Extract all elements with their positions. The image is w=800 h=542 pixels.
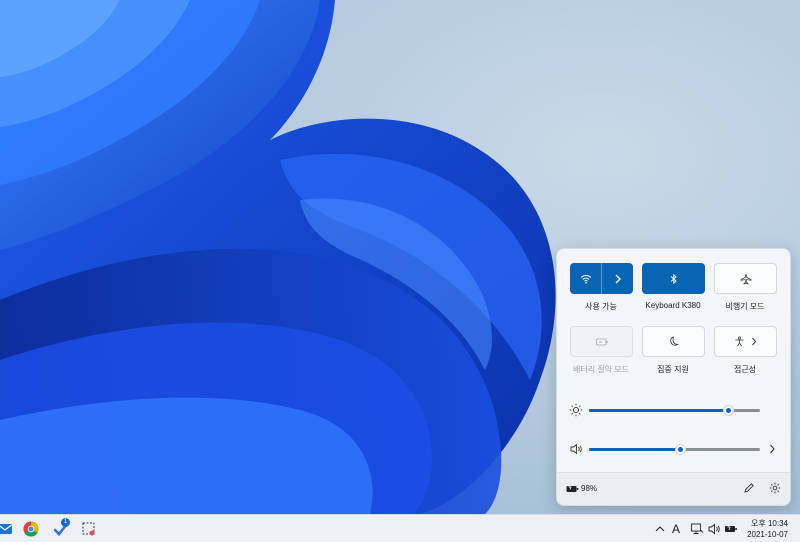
ime-mode-indicator[interactable]: A: [672, 522, 680, 536]
speaker-icon: [570, 443, 582, 455]
wifi-icon: [580, 274, 591, 284]
chevron-right-icon: [615, 274, 621, 283]
battery-saver-tile[interactable]: [570, 326, 633, 357]
volume-track[interactable]: [589, 444, 760, 455]
wifi-expand-button[interactable]: [602, 263, 633, 294]
battery-saver-label: 배터리 절약 모드: [573, 365, 629, 374]
bluetooth-label: Keyboard K380: [645, 301, 701, 310]
accessibility-icon: [735, 336, 744, 347]
audio-output-chevron-icon[interactable]: [769, 444, 776, 454]
show-hidden-icons-chevron-up-icon[interactable]: [653, 522, 667, 536]
brightness-slider[interactable]: [569, 403, 781, 417]
brightness-fill: [589, 409, 728, 412]
airplane-icon: [740, 273, 751, 284]
volume-fill: [589, 448, 680, 451]
volume-tray-icon[interactable]: [707, 522, 721, 536]
notification-badge: 1: [61, 518, 70, 527]
battery-percentage: 98%: [581, 484, 598, 493]
volume-slider[interactable]: [569, 442, 781, 456]
quick-settings-panel: 사용 가능 Keyboard K380 비행기 모드 배터리 절약 모드 집중 …: [556, 248, 791, 506]
accessibility-label: 접근성: [733, 365, 757, 374]
clock-time: 오후 10:34: [751, 519, 788, 528]
wifi-tile[interactable]: [570, 263, 633, 294]
battery-charging-icon: [566, 484, 579, 492]
moon-icon: [670, 336, 679, 346]
airplane-tile[interactable]: [714, 263, 777, 294]
wifi-toggle[interactable]: [570, 263, 601, 294]
snipping-tool-icon[interactable]: [80, 520, 98, 538]
chrome-icon[interactable]: [22, 520, 40, 538]
sun-icon: [569, 403, 583, 417]
accessibility-tile[interactable]: [714, 326, 777, 357]
brightness-track[interactable]: [589, 405, 760, 416]
airplane-label: 비행기 모드: [725, 302, 765, 311]
volume-thumb[interactable]: [674, 444, 686, 455]
settings-gear-icon[interactable]: [769, 482, 781, 494]
mail-app-icon[interactable]: [0, 520, 14, 538]
focus-assist-label: 집중 지원: [657, 365, 689, 374]
taskbar: 1 A 오후 10:34 2021-10-07: [0, 514, 800, 542]
taskbar-clock[interactable]: 오후 10:34 2021-10-07: [747, 518, 788, 540]
clock-date: 2021-10-07: [747, 530, 788, 539]
brightness-thumb[interactable]: [722, 405, 734, 416]
bluetooth-icon: [670, 273, 677, 284]
wifi-label: 사용 가능: [585, 302, 617, 311]
chevron-right-icon: [752, 337, 757, 346]
network-icon[interactable]: [690, 522, 704, 536]
focus-assist-tile[interactable]: [642, 326, 705, 357]
battery-saver-icon: [595, 338, 607, 345]
battery-tray-icon[interactable]: [724, 522, 738, 536]
edit-pencil-icon[interactable]: [743, 482, 755, 494]
quick-settings-footer: 98%: [557, 472, 790, 505]
bluetooth-tile[interactable]: [642, 263, 705, 294]
